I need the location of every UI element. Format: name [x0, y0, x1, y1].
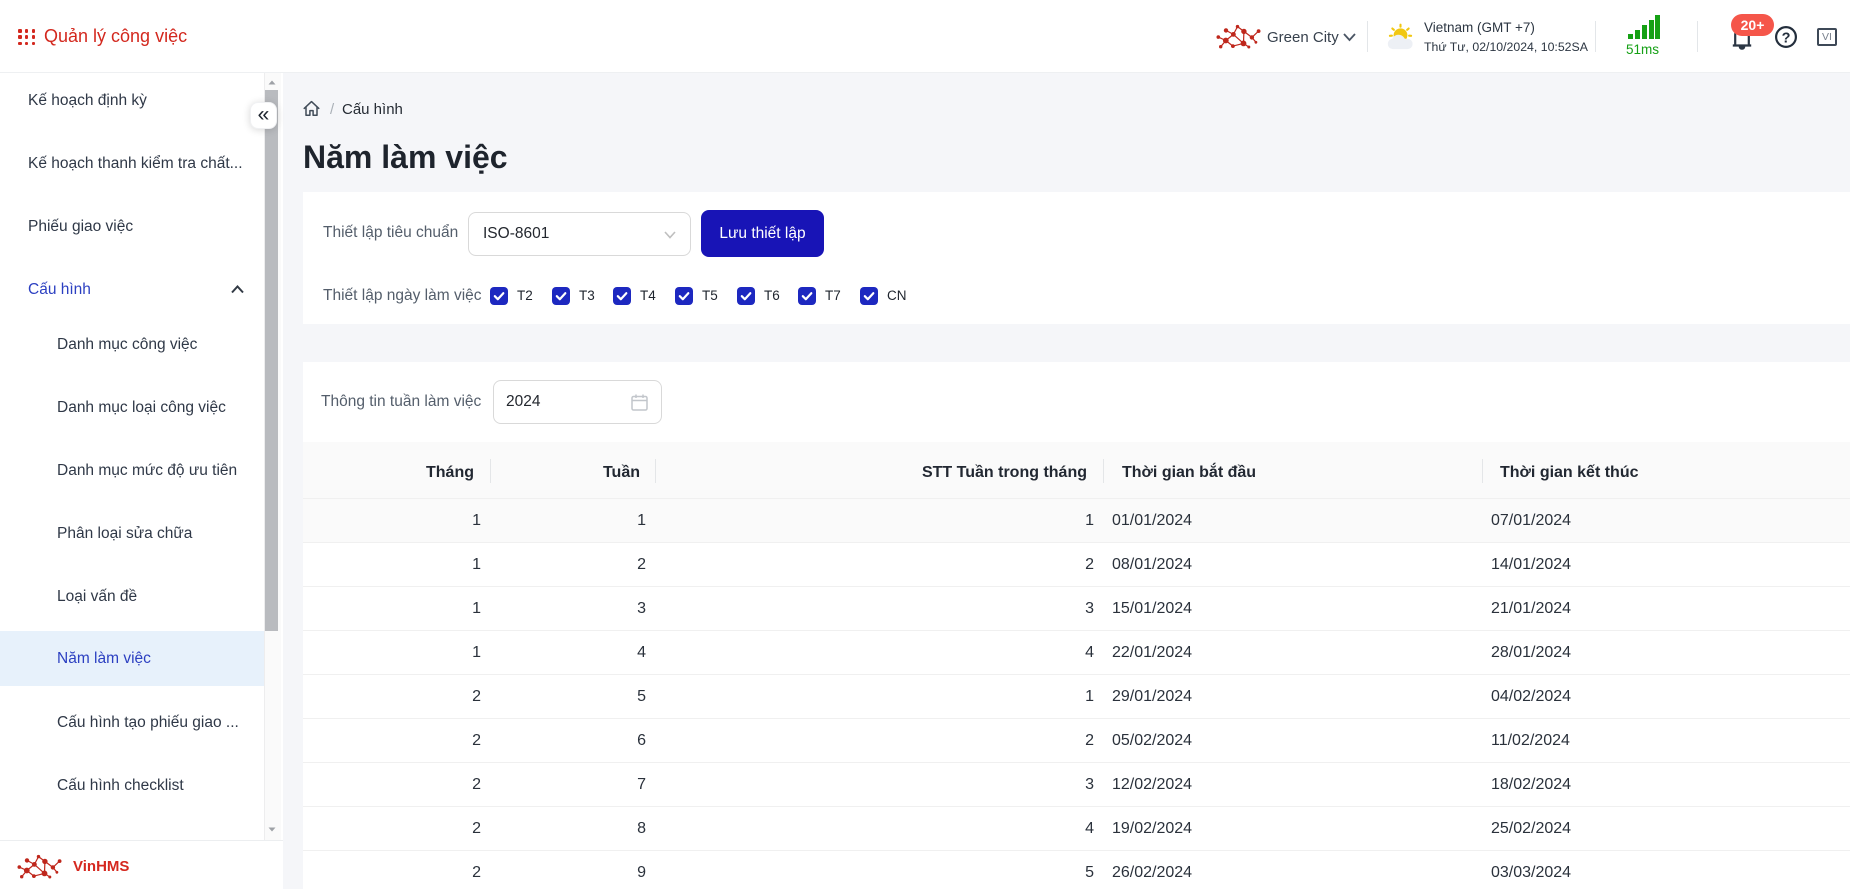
svg-text:?: ?: [1782, 31, 1791, 47]
